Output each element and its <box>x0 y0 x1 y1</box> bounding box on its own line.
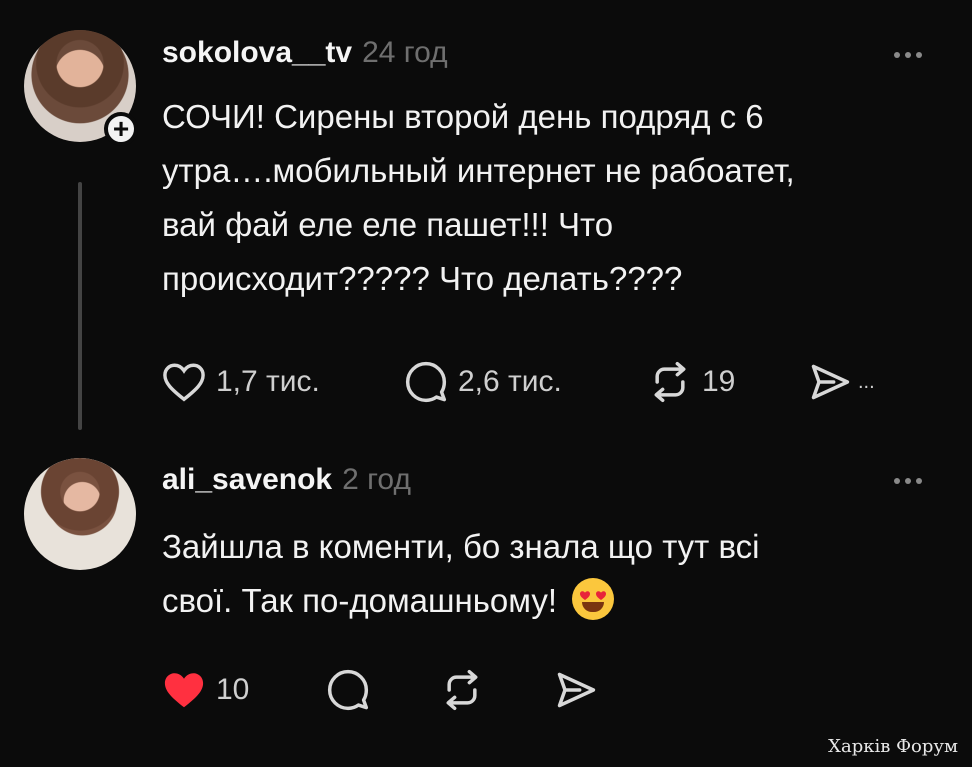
share-icon <box>557 672 596 708</box>
comment-icon <box>405 361 447 403</box>
username[interactable]: sokolova__tv 24 год <box>162 36 448 70</box>
share-button[interactable] <box>554 668 598 712</box>
post-text-line: СОЧИ! Сирены второй день подряд с 6 <box>162 98 764 135</box>
post-text-line: свої. Так по-домашньому! <box>162 582 557 619</box>
like-button[interactable]: 1,7 тис. <box>162 362 404 402</box>
heart-filled-icon <box>164 673 204 708</box>
share-button[interactable]: ... <box>808 360 875 404</box>
post-text-line: вай фай еле еле пашет!!! Что <box>162 206 614 243</box>
repost-icon <box>654 361 686 403</box>
thread-line <box>78 182 82 430</box>
post-time: 24 год <box>362 36 448 69</box>
post-text-line: утра….мобильный интернет не рабоатет, <box>162 152 795 189</box>
watermark: Харків Форум <box>828 736 958 757</box>
more-dots-icon[interactable] <box>894 478 922 484</box>
username[interactable]: ali_savenok 2 год <box>162 463 411 497</box>
comment-count: 2,6 тис. <box>458 365 562 398</box>
follow-plus-icon[interactable]: + <box>104 112 138 146</box>
comment-button[interactable] <box>326 668 440 712</box>
post-time: 2 год <box>342 463 411 496</box>
comment-icon <box>327 669 369 711</box>
repost-button[interactable] <box>440 668 554 712</box>
post-text: Зайшла в коменти, бо знала що тут всі св… <box>162 520 759 628</box>
more-dots-icon[interactable] <box>894 52 922 58</box>
heart-eyes-emoji <box>572 578 615 620</box>
repost-icon <box>446 669 478 711</box>
like-button[interactable]: 10 <box>162 670 326 710</box>
username-text[interactable]: ali_savenok <box>162 463 332 496</box>
like-count: 10 <box>216 673 250 706</box>
heart-icon <box>163 363 205 402</box>
repost-button[interactable]: 19 <box>648 360 808 404</box>
share-more: ... <box>858 370 875 393</box>
post-text-line: Зайшла в коменти, бо знала що тут всі <box>162 528 760 565</box>
share-icon <box>811 364 850 400</box>
post-text-line-with-emoji: свої. Так по-домашньому! <box>162 574 759 628</box>
avatar-image <box>24 458 136 570</box>
post-actions: 10 <box>162 668 598 712</box>
avatar[interactable] <box>24 458 136 570</box>
post-text-line: происходит????? Что делать???? <box>162 260 683 297</box>
post-text: СОЧИ! Сирены второй день подряд с 6 утра… <box>162 90 795 306</box>
like-count: 1,7 тис. <box>216 365 320 398</box>
repost-count: 19 <box>702 365 736 398</box>
username-text[interactable]: sokolova__tv <box>162 36 352 69</box>
comment-button[interactable]: 2,6 тис. <box>404 360 648 404</box>
post-actions: 1,7 тис. 2,6 тис. 19 ... <box>162 360 875 404</box>
